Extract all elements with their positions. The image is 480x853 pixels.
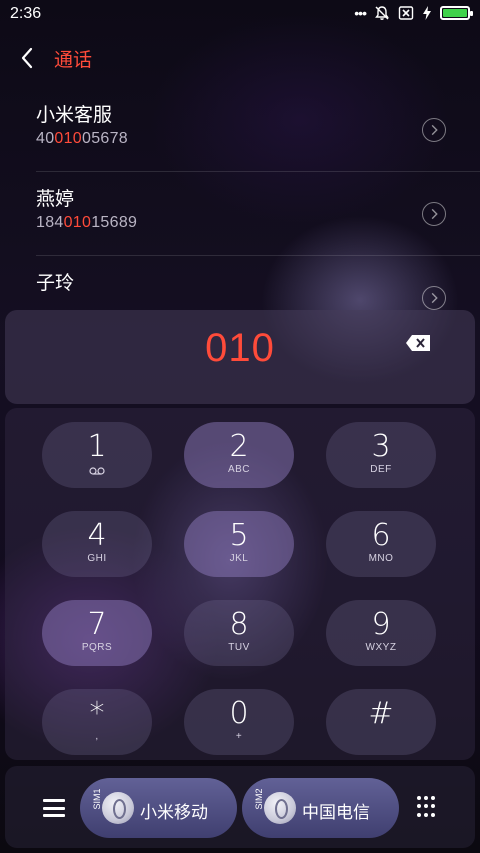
grid-dot <box>424 796 428 800</box>
number-match: 010 <box>54 130 83 147</box>
grid-dot <box>417 796 421 800</box>
back-button[interactable] <box>16 44 40 72</box>
grid-dot <box>417 804 421 809</box>
grid-dot <box>417 812 421 817</box>
status-bar: 2:36 ••• <box>0 0 480 28</box>
contact-name: 小米客服 <box>36 105 113 126</box>
menu-line <box>43 814 65 817</box>
key-8[interactable]: 8 TUV <box>184 600 294 666</box>
key-digit: 1 <box>87 429 107 464</box>
key-4[interactable]: 4 GHI <box>42 511 152 577</box>
key-letters: DEF <box>370 464 392 475</box>
sim-label: 中国电信 <box>302 803 370 822</box>
key-digit: 7 <box>87 607 107 642</box>
key-2[interactable]: 2 ABC <box>184 422 294 488</box>
contact-number: 18401015689 <box>36 214 137 232</box>
sim-call-icon <box>102 792 134 824</box>
dial-display: 010 <box>5 310 475 404</box>
bottom-bar: SIM1 小米移动 SIM2 中国电信 <box>5 766 475 848</box>
charging-icon <box>423 6 431 20</box>
more-dots-icon: ••• <box>354 5 367 21</box>
key-5[interactable]: 5 JKL <box>184 511 294 577</box>
key-letters: MNO <box>368 553 394 564</box>
menu-icon[interactable] <box>43 799 65 817</box>
keypad-toggle-icon[interactable] <box>417 796 439 818</box>
backspace-icon[interactable] <box>405 334 431 352</box>
key-letters: PQRS <box>81 642 113 653</box>
key-letters: GHI <box>87 553 107 564</box>
key-0[interactable]: 0 + <box>184 689 294 755</box>
keypad: 1 2 ABC 3 DEF 4 GHI 5 JKL 6 MNO 7 PQRS 8… <box>5 408 475 760</box>
key-digit: 5 <box>229 518 249 553</box>
number-match: 010 <box>63 214 92 231</box>
number-suffix: 05678 <box>82 130 129 147</box>
contact-detail-arrow-icon[interactable] <box>422 286 446 310</box>
voicemail-icon <box>89 467 105 475</box>
status-icons: ••• <box>354 5 473 21</box>
key-letters: ABC <box>227 464 251 475</box>
key-digit: 4 <box>87 518 107 553</box>
key-digit: 6 <box>371 518 391 553</box>
sim-call-icon <box>264 792 296 824</box>
number-prefix: 184 <box>36 214 64 231</box>
contact-row[interactable]: 燕婷 18401015689 <box>0 172 480 256</box>
number-prefix: 40 <box>36 130 55 147</box>
key-letters: + <box>235 731 243 742</box>
grid-dot <box>431 812 435 817</box>
grid-dot <box>431 804 435 809</box>
battery-icon <box>440 6 473 20</box>
key-digit: 8 <box>229 607 249 642</box>
key-digit: 3 <box>371 429 391 464</box>
key-7[interactable]: 7 PQRS <box>42 600 152 666</box>
contact-name: 子玲 <box>36 273 75 294</box>
menu-line <box>43 806 65 810</box>
key-letters: , <box>95 731 99 742</box>
contact-number: 4001005678 <box>36 130 128 148</box>
key-9[interactable]: 9 WXYZ <box>326 600 436 666</box>
call-sim2-button[interactable]: SIM2 中国电信 <box>242 778 399 838</box>
key-hash[interactable]: # <box>326 689 436 755</box>
key-letters: JKL <box>229 553 249 564</box>
page-title: 通话 <box>54 50 93 71</box>
battery-fill <box>443 9 467 17</box>
sim-label: 小米移动 <box>140 803 208 822</box>
key-digit: 0 <box>229 696 249 731</box>
key-letters: WXYZ <box>365 642 397 653</box>
mute-bell-icon <box>375 6 389 20</box>
grid-dot <box>424 812 428 817</box>
key-digit: 2 <box>229 429 249 464</box>
call-sim1-button[interactable]: SIM1 小米移动 <box>80 778 237 838</box>
key-1[interactable]: 1 <box>42 422 152 488</box>
key-3[interactable]: 3 DEF <box>326 422 436 488</box>
key-6[interactable]: 6 MNO <box>326 511 436 577</box>
key-digit: 9 <box>371 607 391 642</box>
menu-line <box>43 799 65 802</box>
grid-dot <box>424 804 428 809</box>
header: 通话 <box>0 42 480 74</box>
grid-dot <box>431 796 435 800</box>
status-time: 2:36 <box>10 5 42 22</box>
key-letters: TUV <box>228 642 250 653</box>
key-digit: * <box>89 696 105 731</box>
number-suffix: 15689 <box>91 214 138 231</box>
sim-tag: SIM2 <box>254 788 264 810</box>
contact-detail-arrow-icon[interactable] <box>422 202 446 226</box>
key-star[interactable]: * , <box>42 689 152 755</box>
sim-tag: SIM1 <box>92 788 102 810</box>
contact-name: 燕婷 <box>36 189 75 210</box>
no-sim-icon <box>398 6 414 20</box>
contact-row[interactable]: 小米客服 4001005678 <box>0 88 480 172</box>
key-digit: # <box>368 696 394 731</box>
contact-detail-arrow-icon[interactable] <box>422 118 446 142</box>
